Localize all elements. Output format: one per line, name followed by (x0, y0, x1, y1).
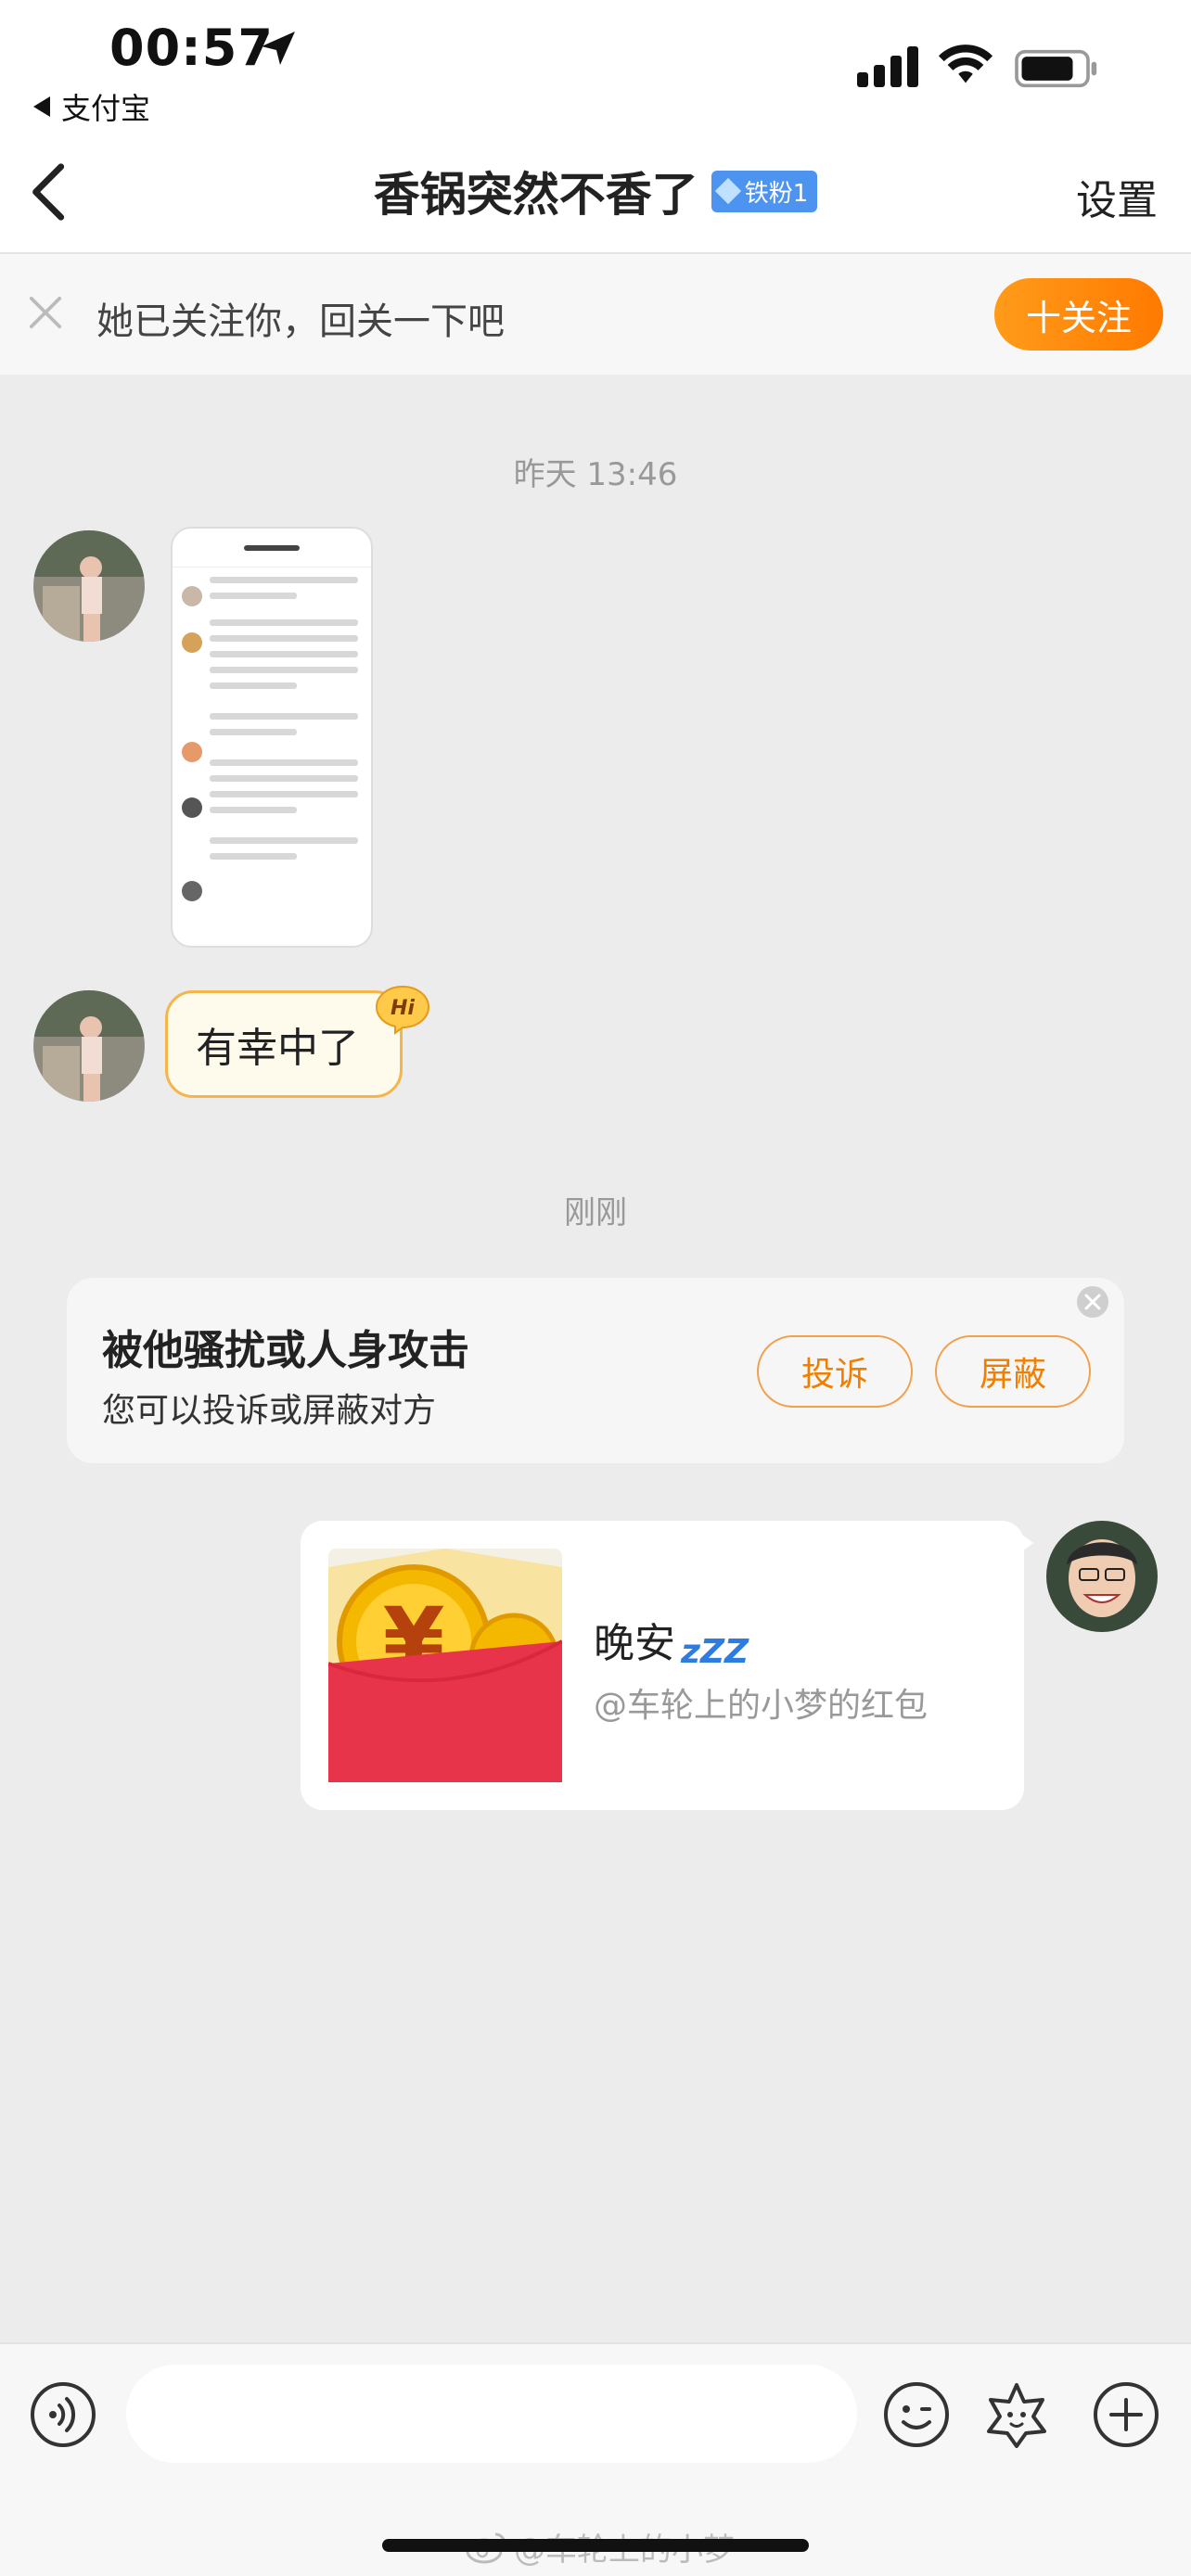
thumb-header (173, 529, 371, 567)
follow-button[interactable]: 十关注 (994, 278, 1163, 351)
plus-icon[interactable] (1091, 2379, 1161, 2450)
harassment-report-card: 被他骚扰或人身攻击 您可以投诉或屏蔽对方 投诉 屏蔽 (67, 1278, 1124, 1463)
wifi-icon (938, 45, 993, 83)
timestamp: 刚刚 (564, 1194, 627, 1231)
red-packet-icon: ¥ (328, 1549, 562, 1782)
avatar-photo (33, 990, 145, 1102)
sender-avatar[interactable] (33, 530, 145, 642)
avatar-photo (33, 530, 145, 642)
red-packet-subtitle: @车轮上的小梦的红包 (594, 1687, 928, 1725)
sender-avatar[interactable] (33, 990, 145, 1102)
location-arrow-icon (262, 32, 295, 65)
signal-icon (857, 46, 918, 87)
page-title: 香锅突然不香了 (373, 168, 698, 222)
fan-level-badge: 铁粉1 (711, 170, 818, 212)
nav-title-group: 香锅突然不香了 铁粉1 (0, 158, 1191, 224)
sleep-zzz-icon: zZZ (681, 1633, 749, 1671)
report-title: 被他骚扰或人身攻击 (102, 1327, 469, 1374)
status-time: 00:57 (109, 19, 274, 77)
complain-button[interactable]: 投诉 (757, 1335, 913, 1408)
red-packet-title: 晚安 zZZ (594, 1620, 749, 1671)
back-triangle-icon (33, 96, 50, 117)
close-circle-icon[interactable] (1076, 1285, 1109, 1319)
my-avatar[interactable] (1046, 1521, 1158, 1632)
fan-badge-label: 铁粉1 (744, 179, 809, 208)
back-to-app-link[interactable]: 支付宝 (33, 85, 150, 128)
nav-bar: 香锅突然不香了 铁粉1 设置 (0, 139, 1191, 254)
message-input[interactable] (126, 2365, 857, 2463)
timestamp: 昨天 13:46 (513, 456, 678, 493)
follow-back-banner: 她已关注你，回关一下吧 十关注 (0, 254, 1191, 375)
block-button[interactable]: 屏蔽 (935, 1335, 1091, 1408)
emoji-icon[interactable] (881, 2379, 952, 2450)
status-bar: 00:57 支付宝 (0, 0, 1191, 139)
home-indicator (382, 2539, 809, 2552)
hi-badge-icon: Hi (375, 985, 430, 1035)
voice-icon[interactable] (28, 2379, 98, 2450)
back-app-label: 支付宝 (61, 91, 151, 126)
avatar-photo (1046, 1521, 1158, 1632)
incoming-text-bubble[interactable]: 有幸中了 (165, 990, 403, 1098)
report-subtitle: 您可以投诉或屏蔽对方 (102, 1392, 437, 1430)
follow-back-text: 她已关注你，回关一下吧 (96, 300, 505, 343)
diamond-icon (714, 177, 741, 205)
settings-button[interactable]: 设置 (1076, 167, 1158, 226)
red-packet-message[interactable]: ¥ 晚安 zZZ @车轮上的小梦的红包 (301, 1521, 1024, 1810)
svg-text:Hi: Hi (391, 997, 415, 1020)
screenshot-image-message[interactable] (171, 527, 373, 948)
battery-icon (1015, 49, 1097, 88)
message-text: 有幸中了 (196, 1025, 359, 1072)
close-icon[interactable] (28, 295, 63, 330)
chat-screen: 00:57 支付宝 香锅突然不香了 铁粉1 设置 她已关注你，回关一下吧 十关注… (0, 0, 1191, 2576)
sticker-icon[interactable] (981, 2379, 1052, 2450)
